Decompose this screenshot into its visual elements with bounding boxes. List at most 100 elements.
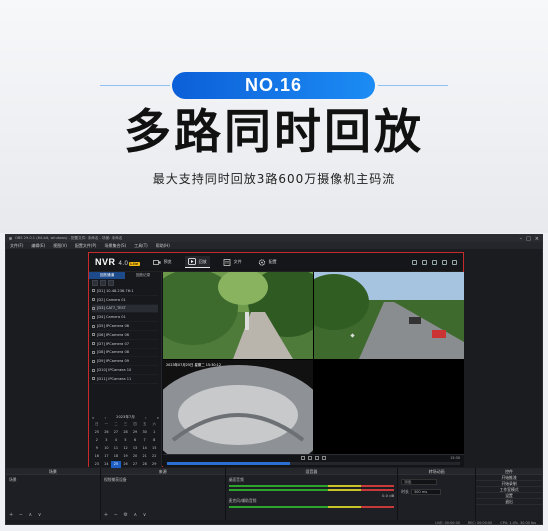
nav-preview[interactable]: 预览 — [150, 257, 175, 268]
calendar-day[interactable]: 23 — [92, 461, 102, 468]
checkbox[interactable] — [92, 350, 95, 354]
scene-item[interactable]: 场景 — [9, 477, 97, 483]
checkbox[interactable] — [92, 298, 95, 302]
next-month-icon[interactable]: › — [145, 416, 146, 420]
prev-year-icon[interactable]: « — [92, 416, 94, 420]
next-year-icon[interactable]: » — [157, 416, 159, 420]
calendar-day[interactable]: 18 — [111, 453, 121, 460]
filter-icon[interactable] — [108, 280, 114, 286]
checkbox[interactable] — [92, 333, 95, 337]
list-item[interactable]: [D8] IPCamera 08 — [92, 349, 158, 358]
transition-select[interactable]: 淡出 — [401, 479, 438, 485]
calendar-day[interactable]: 26 — [121, 461, 131, 468]
list-item[interactable]: [D7] IPCamera 07 — [92, 340, 158, 349]
calendar-day[interactable]: 7 — [140, 437, 150, 444]
stop-icon[interactable] — [315, 456, 319, 460]
calendar-day[interactable]: 3 — [102, 437, 112, 444]
nav-config[interactable]: 配置 — [255, 257, 280, 268]
list-item[interactable]: [D3] CAT7_TEST — [92, 304, 158, 314]
calendar-day[interactable]: 16 — [92, 453, 102, 460]
calendar-day[interactable]: 8 — [149, 437, 159, 444]
calendar-day[interactable]: 28 — [121, 429, 131, 436]
menu-scene-collection[interactable]: 场景集合(S) — [104, 243, 126, 249]
calendar-day[interactable]: 21 — [140, 453, 150, 460]
nav-file[interactable]: 文件 — [220, 257, 245, 268]
video-tile-1[interactable] — [163, 272, 313, 359]
nav-playback[interactable]: 回放 — [184, 256, 210, 268]
menu-tools[interactable]: 工具(T) — [134, 243, 148, 249]
source-item[interactable]: 视频捕获设备 — [104, 477, 222, 483]
calendar-day[interactable]: 4 — [111, 437, 121, 444]
minimize-icon[interactable]: – — [520, 236, 523, 242]
calendar-day[interactable]: 20 — [130, 453, 140, 460]
list-item[interactable]: [D5] IPCamera 06 — [92, 322, 158, 331]
list-item[interactable]: [D10] IPCamera 10 — [92, 366, 158, 375]
calendar-day[interactable]: 9 — [92, 445, 102, 452]
tab-playback-channels[interactable]: 回放通道 — [89, 272, 125, 279]
menu-icon[interactable] — [452, 259, 457, 265]
calendar-day[interactable]: 13 — [130, 445, 140, 452]
calendar-day[interactable]: 6 — [130, 437, 140, 444]
calendar-day[interactable]: 10 — [102, 445, 112, 452]
exit-button[interactable]: 退出 — [476, 499, 542, 505]
refresh-icon[interactable] — [100, 280, 106, 286]
checkbox[interactable] — [92, 315, 95, 319]
source-controls[interactable]: + − ⚙ ∧ ∨ — [104, 512, 149, 518]
calendar-day[interactable]: 26 — [102, 429, 112, 436]
lock-icon[interactable] — [432, 259, 437, 265]
list-item[interactable]: [D2] Camera 01 — [92, 296, 158, 305]
list-item[interactable]: [D9] IPCamera 09 — [92, 357, 158, 367]
calendar-day[interactable]: 5 — [121, 437, 131, 444]
menu-help[interactable]: 帮助(H) — [156, 243, 170, 249]
calendar-day[interactable]: 30 — [140, 429, 150, 436]
menu-profile[interactable]: 配置文件(P) — [75, 243, 97, 249]
calendar-day[interactable]: 15 — [149, 445, 159, 452]
maximize-icon[interactable]: □ — [526, 236, 531, 242]
calendar-day[interactable]: 28 — [140, 461, 150, 468]
next-frame-icon[interactable] — [322, 456, 326, 460]
timeline-track[interactable] — [167, 462, 460, 465]
tab-playback-records[interactable]: 回放记录 — [125, 272, 161, 279]
calendar-day[interactable]: 2 — [92, 437, 102, 444]
user-icon[interactable] — [422, 259, 427, 265]
checkbox[interactable] — [92, 359, 95, 363]
play-icon[interactable] — [308, 456, 312, 460]
list-item[interactable]: [D6] IPCamera 06 — [92, 331, 158, 340]
video-tile-3[interactable]: 2023年07月25日 星期二 15:30:12 — [163, 360, 313, 454]
calendar-day[interactable]: 12 — [121, 445, 131, 452]
scene-controls[interactable]: + − ∧ ∨ — [9, 512, 43, 518]
calendar-day[interactable]: 27 — [111, 429, 121, 436]
calendar-day[interactable]: 25 — [92, 429, 102, 436]
calendar-day[interactable]: 24 — [102, 461, 112, 468]
checkbox[interactable] — [92, 324, 95, 328]
calendar-day[interactable]: 11 — [111, 445, 121, 452]
select-all-icon[interactable] — [92, 280, 98, 286]
prev-frame-icon[interactable] — [301, 456, 305, 460]
menu-view[interactable]: 视图(V) — [53, 243, 67, 249]
list-item[interactable]: [D11] IPCamera 11 — [92, 375, 158, 384]
info-icon[interactable] — [412, 259, 417, 265]
calendar-day[interactable]: 25 — [111, 461, 121, 468]
power-icon[interactable] — [442, 259, 447, 265]
checkbox[interactable] — [92, 289, 95, 293]
duration-input[interactable]: 300 ms — [410, 489, 441, 495]
list-item[interactable]: [D1] 10.48.236.76:1 — [92, 287, 158, 296]
menu-file[interactable]: 文件(F) — [10, 243, 23, 249]
checkbox[interactable] — [92, 368, 95, 372]
video-tile-2[interactable] — [314, 272, 464, 359]
calendar-day[interactable]: 29 — [130, 429, 140, 436]
calendar-day[interactable]: 17 — [102, 453, 112, 460]
calendar-day[interactable]: 19 — [121, 453, 131, 460]
video-tile-4[interactable] — [314, 360, 464, 454]
calendar-day[interactable]: 22 — [149, 453, 159, 460]
list-item[interactable]: [D4] Camera 01 — [92, 313, 158, 323]
calendar-day[interactable]: 27 — [130, 461, 140, 468]
calendar-day[interactable]: 14 — [140, 445, 150, 452]
checkbox[interactable] — [92, 377, 95, 381]
calendar-day[interactable]: 1 — [149, 429, 159, 436]
menu-edit[interactable]: 编辑(E) — [31, 243, 45, 249]
checkbox[interactable] — [92, 342, 95, 346]
checkbox[interactable] — [92, 306, 95, 310]
close-icon[interactable]: × — [535, 236, 539, 242]
prev-month-icon[interactable]: ‹ — [104, 416, 105, 420]
